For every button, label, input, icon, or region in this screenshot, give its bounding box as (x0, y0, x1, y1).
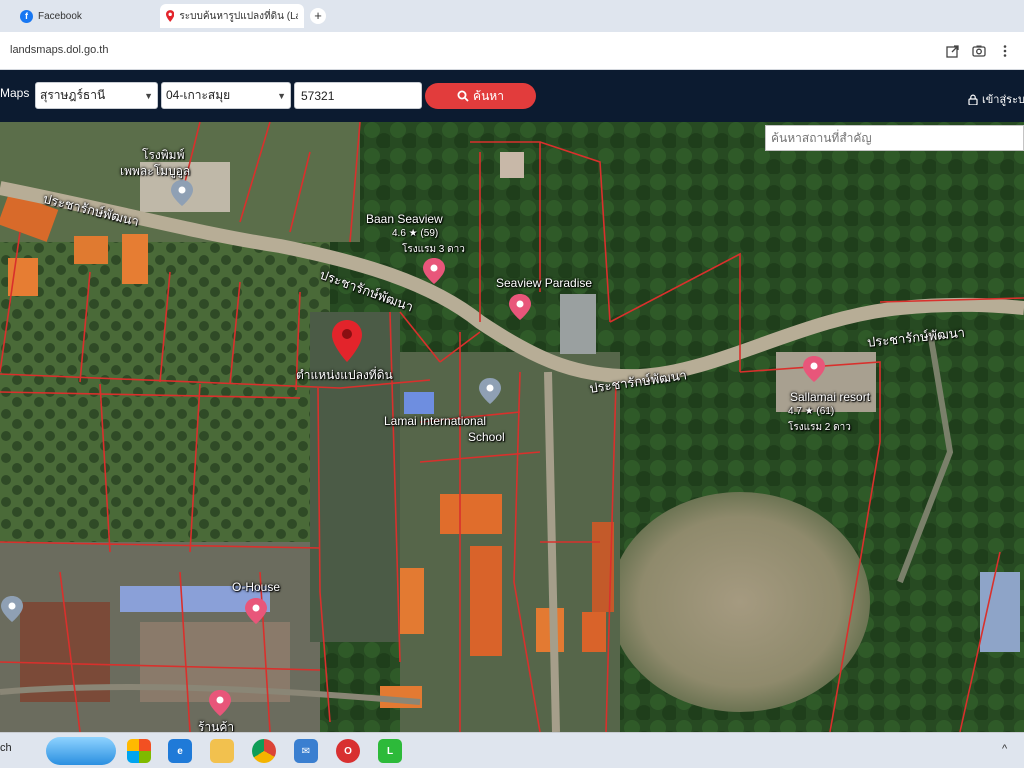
line-icon[interactable]: L (378, 739, 402, 763)
building (74, 236, 108, 264)
map-view[interactable]: โรงพิมพ์ เพพละโมบูอูล ประชารักษ์พัฒนา ปร… (0, 122, 1024, 732)
province-select[interactable]: สุราษฎร์ธานี ▼ (35, 82, 158, 109)
district-select[interactable]: 04-เกาะสมุย ▼ (161, 82, 291, 109)
share-icon[interactable] (946, 44, 960, 58)
file-explorer-icon[interactable] (210, 739, 234, 763)
building (560, 294, 596, 354)
swimming-pool (404, 392, 434, 414)
place-label: Seaview Paradise (496, 276, 593, 290)
mail-icon[interactable]: ✉ (294, 739, 318, 763)
login-link[interactable]: เข้าสู่ระบ (968, 90, 1024, 108)
tab-label: ระบบค้นหารูปแปลงที่ดิน (Lan (179, 10, 298, 22)
building (122, 234, 148, 284)
tab-label: Facebook (38, 10, 82, 22)
copilot-icon[interactable] (127, 739, 151, 763)
building (8, 258, 38, 296)
search-button[interactable]: ค้นหา (425, 83, 536, 109)
more-icon[interactable] (998, 44, 1012, 58)
taskbar-search[interactable]: ch (0, 742, 12, 754)
browser-tab-bar: f Facebook ระบบค้นหารูปแปลงที่ดิน (Lan + (0, 0, 1024, 32)
address-bar-tools (946, 44, 1012, 58)
satellite-imagery (0, 122, 1024, 732)
place-label: Sallamai resort (790, 390, 871, 404)
province-value: สุราษฎร์ธานี (40, 88, 106, 102)
parcel-marker-label: ตำแหน่งแปลงที่ดิน (296, 368, 393, 382)
edge-icon[interactable]: e (168, 739, 192, 763)
chrome-icon[interactable] (252, 739, 276, 763)
landmark-search-input[interactable] (765, 125, 1024, 151)
place-rating: 4.7 ★ (61) (788, 406, 835, 417)
facebook-icon: f (20, 9, 33, 23)
district-value: 04-เกาะสมุย (166, 88, 231, 102)
opera-icon[interactable]: O (336, 739, 360, 763)
marsh-area (310, 312, 400, 642)
building (470, 546, 502, 656)
parcel-number-input[interactable] (294, 82, 422, 109)
address-bar[interactable]: landsmaps.dol.go.th (0, 32, 1024, 70)
place-type: โรงแรม 2 ดาว (788, 422, 851, 433)
building (582, 612, 606, 652)
chevron-down-icon: ▼ (277, 90, 286, 101)
login-label: เข้าสู่ระบ (982, 94, 1024, 106)
lock-icon (968, 94, 978, 105)
taskbar: ch e ✉ O L ^ (0, 732, 1024, 768)
building (440, 494, 502, 534)
place-label: Lamai International (384, 414, 487, 428)
chevron-down-icon: ▼ (144, 90, 153, 101)
app-header: Maps สุราษฎร์ธานี ▼ 04-เกาะสมุย ▼ ค้นหา … (0, 70, 1024, 122)
search-button-label: ค้นหา (473, 88, 504, 103)
url-text[interactable]: landsmaps.dol.go.th (10, 44, 108, 56)
building (400, 568, 424, 634)
place-rating: 4.6 ★ (59) (392, 228, 439, 239)
map-pin-icon (166, 10, 175, 22)
weather-widget-icon[interactable] (46, 737, 116, 765)
place-label: Baan Seaview (366, 212, 443, 226)
tab-facebook[interactable]: f Facebook (14, 4, 154, 28)
brand-label: Maps (0, 86, 30, 100)
place-label: O-House (232, 580, 281, 594)
place-label: ร้านค้า (198, 720, 235, 732)
new-tab-button[interactable]: + (310, 8, 326, 24)
search-icon (457, 90, 469, 102)
chevron-up-icon[interactable]: ^ (1002, 743, 1007, 755)
place-label: เพพละโมบูอูล (120, 164, 191, 178)
place-type: โรงแรม 3 ดาว (402, 244, 465, 255)
screenshot-icon[interactable] (972, 44, 986, 58)
building (500, 152, 524, 178)
place-label: School (468, 430, 505, 444)
cleared-land (610, 492, 870, 712)
tab-landsmaps[interactable]: ระบบค้นหารูปแปลงที่ดิน (Lan (160, 4, 304, 28)
